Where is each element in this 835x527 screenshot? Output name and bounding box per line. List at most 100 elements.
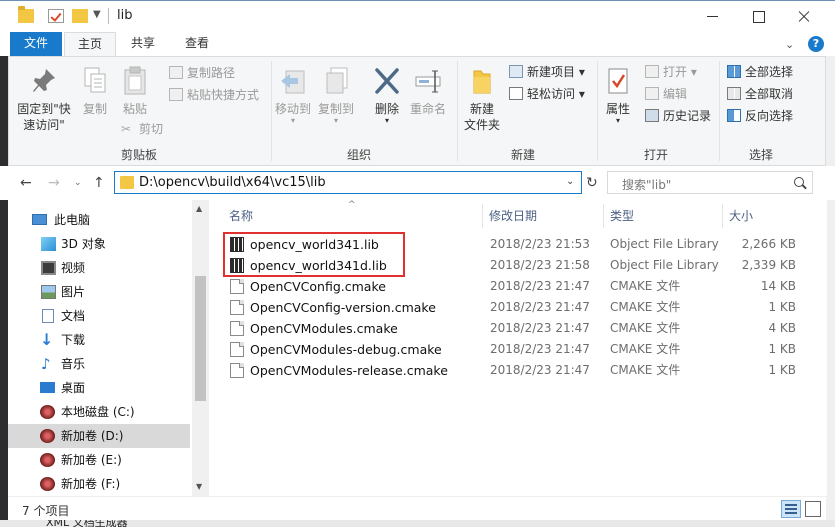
close-button[interactable]	[781, 1, 827, 32]
download-arrow-icon: ↓	[40, 330, 54, 349]
delete-button[interactable]: 删除 ▾	[369, 65, 405, 125]
select-none-button[interactable]: 全部取消	[725, 84, 793, 104]
file-date: 2018/2/23 21:47	[490, 279, 590, 293]
minimize-button[interactable]	[689, 1, 735, 32]
search-input[interactable]: 搜索"lib"	[607, 171, 813, 194]
back-arrow-icon[interactable]: ←	[20, 175, 32, 191]
navigation-pane: 此电脑 3D 对象 视频 图片 文档 ↓ 下载 ♪ 音乐 桌面 本地磁盘 (C:…	[8, 200, 209, 496]
ribbon-collapse-icon[interactable]: ⌄	[785, 38, 794, 51]
paste-shortcut-button[interactable]: 粘贴快捷方式	[167, 85, 259, 105]
quick-access-dropdown-icon[interactable]: ▼	[93, 9, 101, 20]
nav-item-label: 文档	[61, 309, 86, 323]
table-row[interactable]: OpenCVModules-release.cmake 2018/2/23 21…	[210, 360, 810, 381]
nav-item-label: 新加卷 (E:)	[61, 453, 122, 467]
rename-button[interactable]: 重命名	[407, 65, 449, 117]
nav-item-desktop[interactable]: 桌面	[8, 376, 190, 400]
maximize-button[interactable]	[735, 1, 781, 32]
copy-path-button[interactable]: 复制路径	[167, 63, 235, 83]
nav-item-3d-objects[interactable]: 3D 对象	[8, 232, 190, 256]
column-header-date[interactable]: 修改日期	[489, 207, 537, 229]
open-label: 打开 ▾	[663, 65, 697, 79]
properties-button[interactable]: 属性 ▾	[599, 65, 637, 125]
new-item-button[interactable]: 新建项目 ▾	[507, 62, 585, 82]
recent-locations-icon[interactable]: ⌄	[74, 178, 82, 188]
nav-item-drive-e[interactable]: 新加卷 (E:)	[8, 448, 190, 472]
easy-access-label: 轻松访问 ▾	[527, 87, 585, 101]
scrollbar-thumb[interactable]	[195, 276, 206, 401]
scroll-up-icon[interactable]: ▲	[196, 204, 202, 213]
new-folder-label: 新建 文件夹	[463, 102, 500, 132]
pin-label: 固定到"快 速访问"	[17, 102, 71, 132]
cut-button[interactable]: ✂ 剪切	[119, 119, 163, 139]
table-row[interactable]: OpenCVConfig-version.cmake 2018/2/23 21:…	[210, 297, 810, 318]
select-all-button[interactable]: 全部选择	[725, 62, 793, 82]
scroll-down-icon[interactable]: ▼	[196, 482, 202, 491]
column-separator[interactable]	[603, 204, 604, 228]
nav-item-drive-c[interactable]: 本地磁盘 (C:)	[8, 400, 190, 424]
column-separator[interactable]	[482, 204, 483, 228]
pin-quick-access-button[interactable]: 固定到"快 速访问"	[13, 65, 75, 133]
large-icons-view-icon[interactable]	[805, 501, 821, 517]
search-icon[interactable]	[794, 177, 804, 187]
nav-item-videos[interactable]: 视频	[8, 256, 190, 280]
nav-item-label: 3D 对象	[61, 237, 106, 251]
nav-item-this-pc[interactable]: 此电脑	[8, 208, 190, 232]
copy-button[interactable]: 复制	[77, 65, 113, 117]
help-icon[interactable]: ?	[808, 36, 824, 52]
forward-arrow-icon[interactable]: →	[48, 175, 60, 191]
properties-quick-icon[interactable]	[48, 9, 64, 23]
address-dropdown-icon[interactable]: ⌄	[566, 176, 574, 187]
sort-ascending-icon: ^	[348, 200, 356, 210]
nav-item-drive-d[interactable]: 新加卷 (D:)	[8, 424, 190, 448]
nav-item-music[interactable]: ♪ 音乐	[8, 352, 190, 376]
copy-path-label: 复制路径	[187, 66, 236, 80]
copy-to-button[interactable]: 复制到 ▾	[315, 65, 357, 125]
invert-selection-button[interactable]: 反向选择	[725, 106, 793, 126]
nav-item-label: 此电脑	[54, 213, 91, 227]
up-arrow-icon[interactable]: ↑	[93, 175, 105, 191]
history-button[interactable]: 历史记录	[643, 106, 711, 126]
paste-shortcut-label: 粘贴快捷方式	[187, 88, 260, 102]
drive-icon	[40, 429, 55, 443]
paste-button[interactable]: 粘贴	[115, 65, 155, 117]
nav-item-label: 图片	[61, 285, 86, 299]
column-header-name[interactable]: 名称	[229, 207, 253, 229]
table-row[interactable]: OpenCVConfig.cmake 2018/2/23 21:47 CMAKE…	[210, 276, 810, 297]
nav-item-documents[interactable]: 文档	[8, 304, 190, 328]
table-row[interactable]: OpenCVModules.cmake 2018/2/23 21:47 CMAK…	[210, 318, 810, 339]
open-icon	[645, 65, 659, 78]
easy-access-button[interactable]: 轻松访问 ▾	[507, 84, 585, 104]
nav-item-drive-f[interactable]: 新加卷 (F:)	[8, 472, 190, 496]
new-folder-quick-icon[interactable]	[72, 9, 88, 23]
nav-item-label: 视频	[61, 261, 86, 275]
move-to-button[interactable]: 移动到 ▾	[273, 65, 313, 125]
paste-icon	[124, 66, 146, 95]
edit-button[interactable]: 编辑	[643, 84, 687, 104]
column-separator[interactable]	[722, 204, 723, 228]
tab-file[interactable]: 文件	[10, 32, 62, 56]
file-type: Object File Library	[610, 258, 719, 272]
address-path[interactable]: D:\opencv\build\x64\vc15\lib	[139, 175, 326, 190]
details-view-icon[interactable]	[781, 500, 801, 518]
address-bar[interactable]: D:\opencv\build\x64\vc15\lib ⌄	[114, 171, 582, 194]
search-placeholder: 搜索"lib"	[622, 178, 672, 192]
file-date: 2018/2/23 21:53	[490, 237, 590, 251]
tab-share[interactable]: 共享	[118, 32, 168, 56]
file-name: OpenCVConfig.cmake	[250, 279, 386, 294]
history-icon	[645, 109, 659, 122]
nav-item-pictures[interactable]: 图片	[8, 280, 190, 304]
delete-label: 删除	[374, 102, 399, 116]
new-folder-button[interactable]: 新建 文件夹	[459, 65, 505, 133]
group-separator	[597, 61, 598, 161]
navigation-scrollbar[interactable]: ▲ ▼	[192, 200, 209, 496]
group-label-new: 新建	[510, 148, 535, 162]
column-header-size[interactable]: 大小	[729, 207, 753, 229]
refresh-icon[interactable]: ↻	[586, 175, 598, 191]
column-header-type[interactable]: 类型	[610, 207, 634, 229]
table-row[interactable]: OpenCVModules-debug.cmake 2018/2/23 21:4…	[210, 339, 810, 360]
tab-home[interactable]: 主页	[64, 32, 116, 57]
tab-view[interactable]: 查看	[172, 32, 222, 56]
group-separator	[457, 61, 458, 161]
open-button[interactable]: 打开 ▾	[643, 62, 697, 82]
nav-item-downloads[interactable]: ↓ 下载	[8, 328, 190, 352]
